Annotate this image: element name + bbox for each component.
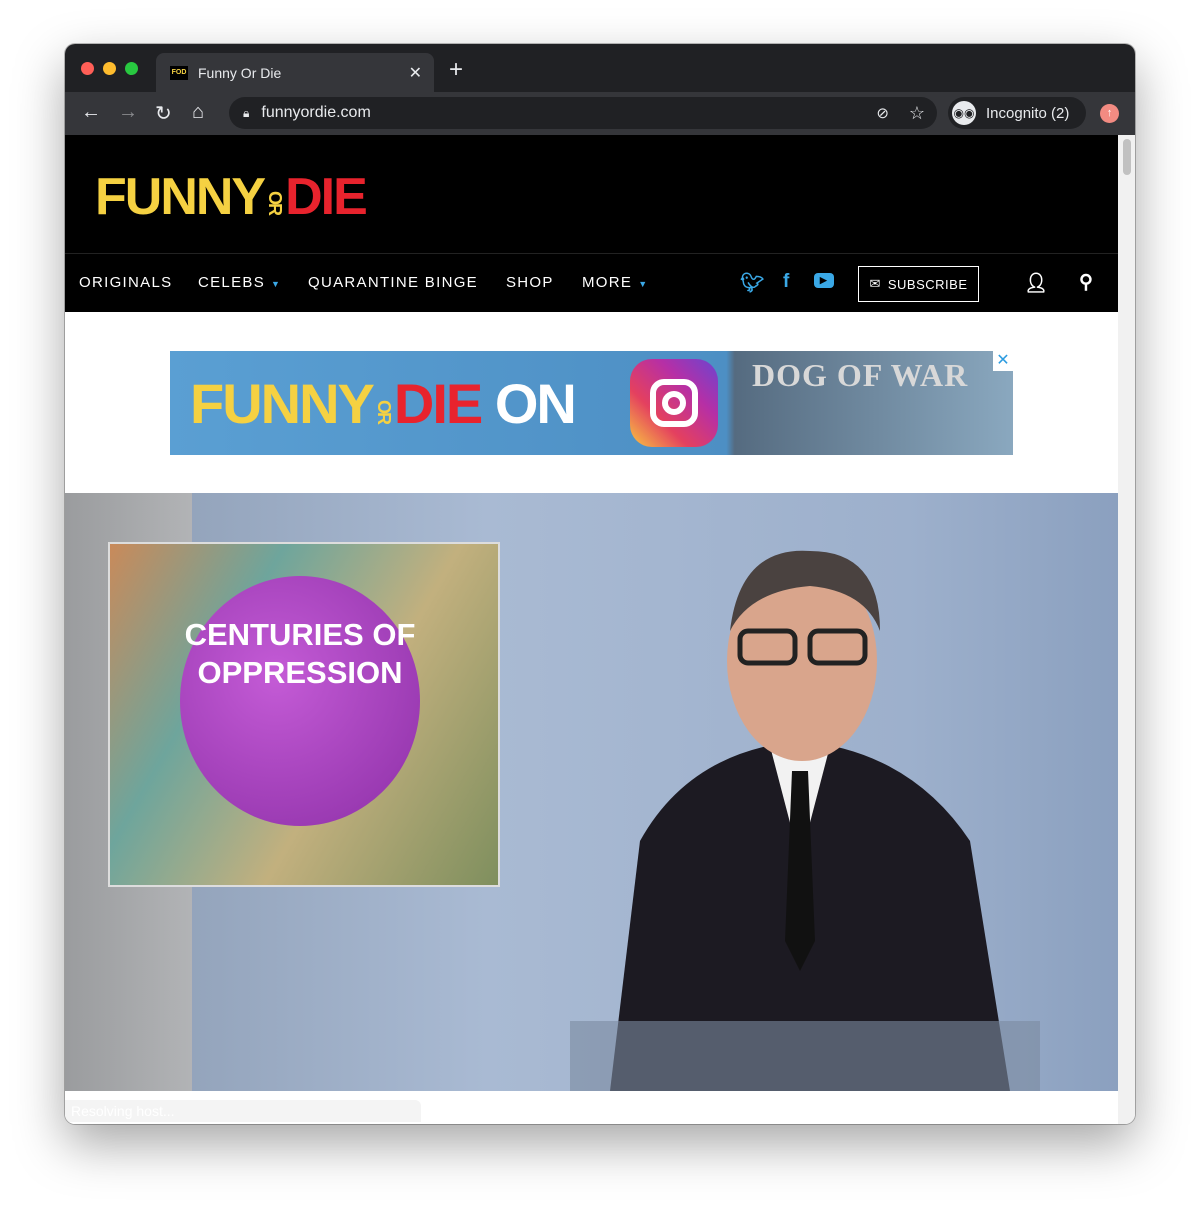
scrollbar-thumb[interactable] — [1123, 139, 1131, 175]
nav-more[interactable]: MORE ▼ — [582, 274, 648, 291]
browser-toolbar: ← → ↻ ⌂ 🔒︎ funnyordie.com ⊘ ☆ ◉◉ Incogni… — [65, 92, 1135, 135]
main-nav: ORIGINALS CELEBS ▼ QUARANTINE BINGE SHOP … — [65, 253, 1118, 312]
forward-icon[interactable]: → — [118, 101, 138, 124]
incognito-icon: ◉◉ — [952, 101, 976, 125]
site-logo[interactable]: FUNNYORDIE — [95, 167, 368, 227]
tab-bar: FOD Funny Or Die ✕ + — [65, 44, 1135, 92]
star-icon[interactable]: ☆ — [909, 103, 925, 124]
lock-icon: 🔒︎ — [243, 105, 250, 120]
status-bubble: Resolving host... — [65, 1100, 421, 1122]
browser-window: FOD Funny Or Die ✕ + ← → ↻ ⌂ 🔒︎ funnyord… — [65, 44, 1135, 1124]
nav-celebs[interactable]: CELEBS ▼ — [198, 274, 281, 291]
reload-icon[interactable]: ↻ — [155, 101, 172, 126]
back-icon[interactable]: ← — [81, 101, 101, 124]
minimize-window-button[interactable] — [103, 62, 116, 75]
url-text: funnyordie.com — [261, 104, 371, 121]
chevron-down-icon: ▼ — [638, 279, 649, 289]
video-inset-graphic: CENTURIES OF OPPRESSION — [108, 542, 500, 887]
address-bar[interactable]: 🔒︎ funnyordie.com ⊘ ☆ — [229, 97, 937, 129]
facebook-icon[interactable]: f — [783, 271, 791, 293]
youtube-icon[interactable]: ▶ — [814, 273, 834, 288]
nav-shop[interactable]: SHOP — [506, 274, 554, 291]
user-icon[interactable]: 👤︎ — [1024, 271, 1049, 295]
profile-label: Incognito (2) — [986, 104, 1070, 122]
update-icon[interactable]: ↑ — [1100, 104, 1119, 123]
video-host-figure — [570, 550, 1040, 1091]
web-page: FUNNYORDIE ORIGINALS CELEBS ▼ QUARANTINE … — [65, 135, 1118, 1124]
nav-originals[interactable]: ORIGINALS — [79, 274, 172, 291]
tab-title: Funny Or Die — [198, 64, 282, 81]
close-window-button[interactable] — [81, 62, 94, 75]
home-icon[interactable]: ⌂ — [192, 101, 204, 124]
maximize-window-button[interactable] — [125, 62, 138, 75]
instagram-ad-banner[interactable]: FUNNYORDIE ON DOG OF WAR ✕ — [170, 351, 1013, 455]
instagram-icon — [630, 359, 718, 447]
browser-tab[interactable]: FOD Funny Or Die ✕ — [156, 53, 434, 92]
search-icon[interactable]: ⚲ — [1079, 271, 1094, 294]
mail-icon: ✉ — [869, 276, 881, 291]
eye-slash-icon[interactable]: ⊘ — [876, 104, 889, 122]
new-tab-button[interactable]: + — [449, 56, 463, 84]
favicon-icon: FOD — [170, 65, 188, 80]
subscribe-button[interactable]: ✉ SUBSCRIBE — [858, 266, 979, 302]
ad-headline: FUNNYORDIE ON — [190, 372, 577, 435]
inset-caption: CENTURIES OF OPPRESSION — [180, 576, 420, 826]
chevron-down-icon: ▼ — [271, 279, 282, 289]
ad-game-title: DOG OF WAR — [752, 357, 969, 393]
nav-quarantine-binge[interactable]: QUARANTINE BINGE — [308, 274, 478, 291]
twitter-icon[interactable]: 🐦︎ — [740, 271, 765, 295]
close-tab-icon[interactable]: ✕ — [409, 63, 422, 83]
site-header: FUNNYORDIE — [65, 135, 1118, 253]
scrollbar[interactable] — [1118, 135, 1135, 1124]
ad-close-icon[interactable]: ✕ — [993, 351, 1013, 371]
video-player[interactable]: CENTURIES OF OPPRESSION — [65, 493, 1118, 1091]
incognito-profile-button[interactable]: ◉◉ Incognito (2) — [948, 97, 1086, 129]
